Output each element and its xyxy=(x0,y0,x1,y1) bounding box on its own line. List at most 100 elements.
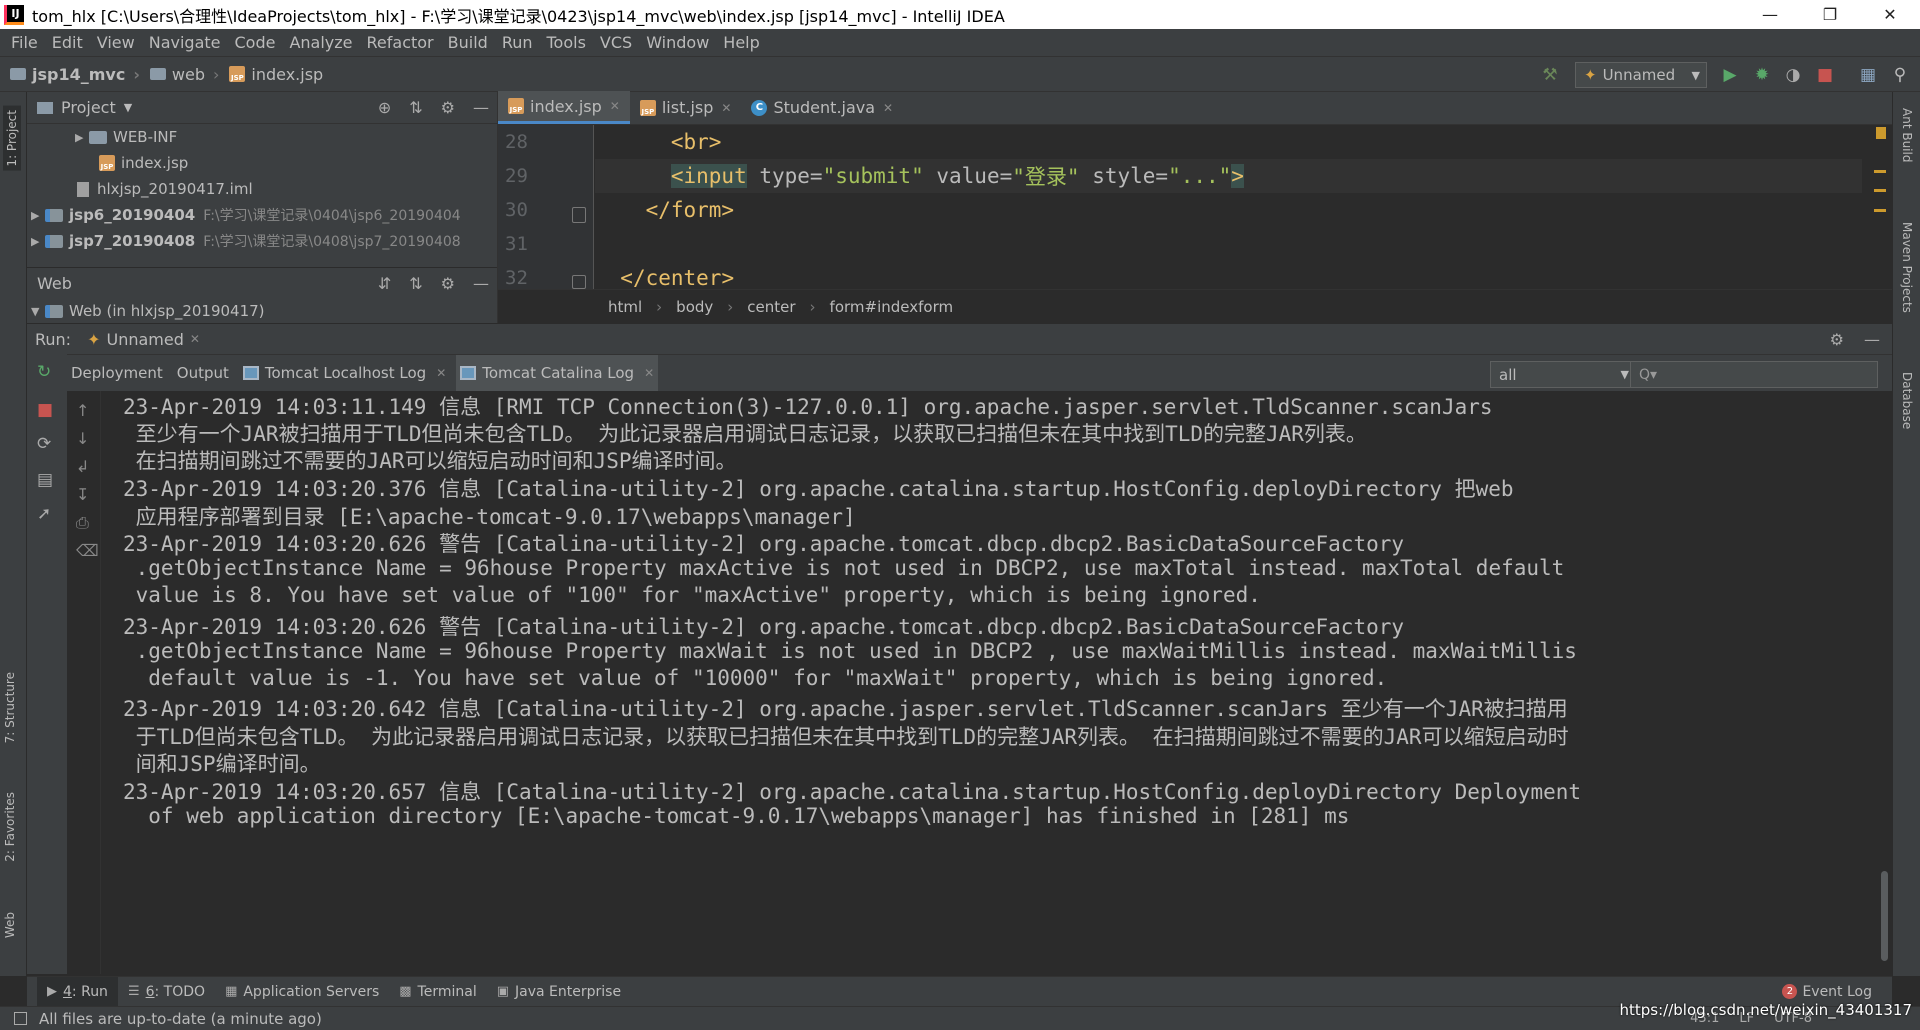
crumb-html[interactable]: html xyxy=(608,298,642,316)
chevron-right-icon[interactable]: ▶ xyxy=(31,209,45,222)
tree-item-index-jsp[interactable]: JSP index.jsp xyxy=(27,150,497,176)
menu-window[interactable]: Window xyxy=(639,33,716,52)
tool-button-java-enterprise[interactable]: ▣ Java Enterprise xyxy=(487,977,631,1007)
tool-button-terminal[interactable]: ▩ Terminal xyxy=(389,977,486,1007)
tool-tab-structure[interactable]: 7: Structure xyxy=(3,672,17,743)
console-scrollbar[interactable] xyxy=(1877,391,1892,974)
minimize-icon[interactable]: — xyxy=(1740,0,1800,29)
soft-wrap-icon[interactable]: ↲ xyxy=(76,457,89,476)
tool-button-run[interactable]: ▶ 4: Run xyxy=(37,976,118,1007)
hide-icon[interactable]: — xyxy=(1864,330,1880,349)
menu-run[interactable]: Run xyxy=(495,33,540,52)
coverage-icon[interactable]: ◑ xyxy=(1783,65,1803,85)
project-view-select[interactable]: Project xyxy=(61,98,116,117)
run-icon[interactable]: ▶ xyxy=(1720,65,1740,85)
close-tab-icon[interactable]: ✕ xyxy=(436,366,446,380)
debug-icon[interactable]: ✹ xyxy=(1752,65,1772,85)
breadcrumb-project[interactable]: jsp14_mvc › xyxy=(10,65,140,84)
close-tab-icon[interactable]: ✕ xyxy=(644,366,654,380)
tree-item-iml[interactable]: hlxjsp_20190417.iml xyxy=(27,176,497,202)
menu-view[interactable]: View xyxy=(90,33,142,52)
scrollbar-thumb[interactable] xyxy=(1881,871,1888,961)
fold-icon[interactable] xyxy=(572,275,586,289)
console-output[interactable]: - . . . . . . . . . 23-Apr-2019 14:03:11… xyxy=(101,391,1877,974)
menu-build[interactable]: Build xyxy=(441,33,495,52)
close-tab-icon[interactable]: ✕ xyxy=(721,101,731,115)
fold-icon[interactable] xyxy=(572,207,586,223)
tool-tab-ant-build[interactable]: Ant Build xyxy=(1900,108,1914,162)
menu-tools[interactable]: Tools xyxy=(540,33,593,52)
crumb-center[interactable]: center xyxy=(747,298,795,316)
chevron-right-icon[interactable]: ▶ xyxy=(75,131,89,144)
restore-icon[interactable]: ❐ xyxy=(1800,0,1860,29)
tree-item-jsp7[interactable]: ▶ jsp7_20190408 F:\学习\课堂记录\0408\jsp7_201… xyxy=(27,228,497,254)
stop-icon[interactable]: ■ xyxy=(37,400,53,420)
close-tab-icon[interactable]: ✕ xyxy=(883,101,893,115)
breadcrumb-web[interactable]: web › xyxy=(149,65,219,84)
menu-navigate[interactable]: Navigate xyxy=(142,33,228,52)
arrow-up-icon[interactable]: ↑ xyxy=(76,401,89,420)
crumb-form[interactable]: form#indexform xyxy=(830,298,954,316)
run-config-tab[interactable]: ✦ Unnamed ✕ xyxy=(87,330,200,349)
close-tab-icon[interactable]: ✕ xyxy=(190,332,200,346)
tool-tab-project[interactable]: 1: Project xyxy=(3,106,21,171)
stop-icon[interactable]: ■ xyxy=(1815,65,1835,85)
trash-icon[interactable]: ⌫ xyxy=(76,541,99,560)
error-stripe[interactable] xyxy=(1870,125,1892,289)
expand-all-icon[interactable]: ⇵ xyxy=(378,274,391,293)
menu-file[interactable]: File xyxy=(4,33,45,52)
rerun-icon[interactable]: ↻ xyxy=(37,362,51,382)
tab-student-java[interactable]: C Student.java ✕ xyxy=(741,91,903,124)
run-configuration-select[interactable]: ✦ Unnamed ▼ xyxy=(1575,62,1707,88)
tool-tab-favorites[interactable]: 2: Favorites xyxy=(3,792,17,862)
collapse-all-icon[interactable]: ⇅ xyxy=(409,274,422,293)
warning-marker[interactable] xyxy=(1876,127,1886,139)
chevron-down-icon[interactable]: ▼ xyxy=(31,305,45,318)
arrow-down-icon[interactable]: ↓ xyxy=(76,429,89,448)
chevron-down-icon[interactable]: ▼ xyxy=(124,101,132,114)
tab-output[interactable]: Output xyxy=(173,355,233,392)
tool-windows-toggle-icon[interactable] xyxy=(14,1012,27,1025)
log-level-filter-select[interactable]: all ▼ xyxy=(1490,361,1638,388)
tool-tab-database[interactable]: Database xyxy=(1900,372,1914,429)
crumb-body[interactable]: body xyxy=(676,298,713,316)
gear-icon[interactable]: ⚙ xyxy=(1830,330,1844,349)
hide-icon[interactable]: — xyxy=(473,98,489,117)
menu-code[interactable]: Code xyxy=(228,33,283,52)
project-structure-icon[interactable]: ▦ xyxy=(1858,65,1878,85)
event-log-button[interactable]: 2 Event Log xyxy=(1782,984,1872,1000)
tab-list-jsp[interactable]: JSP list.jsp ✕ xyxy=(630,91,742,124)
collapse-all-icon[interactable]: ⇅ xyxy=(409,98,422,117)
menu-analyze[interactable]: Analyze xyxy=(282,33,359,52)
tool-button-todo[interactable]: ☰ 6: TODO xyxy=(118,977,215,1007)
hide-icon[interactable]: — xyxy=(473,274,489,293)
menu-help[interactable]: Help xyxy=(716,33,766,52)
menu-edit[interactable]: Edit xyxy=(45,33,90,52)
breadcrumb-file[interactable]: JSP index.jsp xyxy=(229,65,323,84)
tool-tab-maven-projects[interactable]: Maven Projects xyxy=(1900,222,1914,313)
tool-button-application-servers[interactable]: ▦ Application Servers xyxy=(215,977,389,1007)
tree-item-jsp6[interactable]: ▶ jsp6_20190404 F:\学习\课堂记录\0404\jsp6_201… xyxy=(27,202,497,228)
menu-vcs[interactable]: VCS xyxy=(593,33,639,52)
menu-refactor[interactable]: Refactor xyxy=(360,33,441,52)
build-hammer-icon[interactable]: ⚒ xyxy=(1540,65,1560,85)
close-tab-icon[interactable]: ✕ xyxy=(610,99,620,113)
gear-icon[interactable]: ⚙ xyxy=(441,274,455,293)
tab-tomcat-localhost-log[interactable]: Tomcat Localhost Log ✕ xyxy=(239,355,450,392)
update-icon[interactable]: ⟳ xyxy=(37,434,51,454)
tab-index-jsp[interactable]: JSP index.jsp ✕ xyxy=(498,91,630,124)
tab-deployment[interactable]: Deployment xyxy=(67,355,167,392)
scroll-to-end-icon[interactable]: ↧ xyxy=(76,485,89,504)
search-everywhere-icon[interactable]: ⚲ xyxy=(1890,65,1910,85)
locate-icon[interactable]: ⊕ xyxy=(378,98,391,117)
layout-icon[interactable]: ▤ xyxy=(37,470,53,490)
gear-icon[interactable]: ⚙ xyxy=(441,98,455,117)
tree-item-web-inf[interactable]: ▶ WEB-INF xyxy=(27,124,497,150)
tool-tab-web[interactable]: Web xyxy=(3,912,17,938)
chevron-right-icon[interactable]: ▶ xyxy=(31,235,45,248)
print-icon[interactable]: ⎙ xyxy=(76,513,89,533)
log-search-input[interactable]: Q▾ xyxy=(1630,361,1878,388)
code-area[interactable]: <br> <input type= "submit" value= "登录" sty… xyxy=(595,125,1862,290)
pin-icon[interactable]: ➚ xyxy=(37,504,51,524)
close-icon[interactable]: ✕ xyxy=(1860,0,1920,29)
